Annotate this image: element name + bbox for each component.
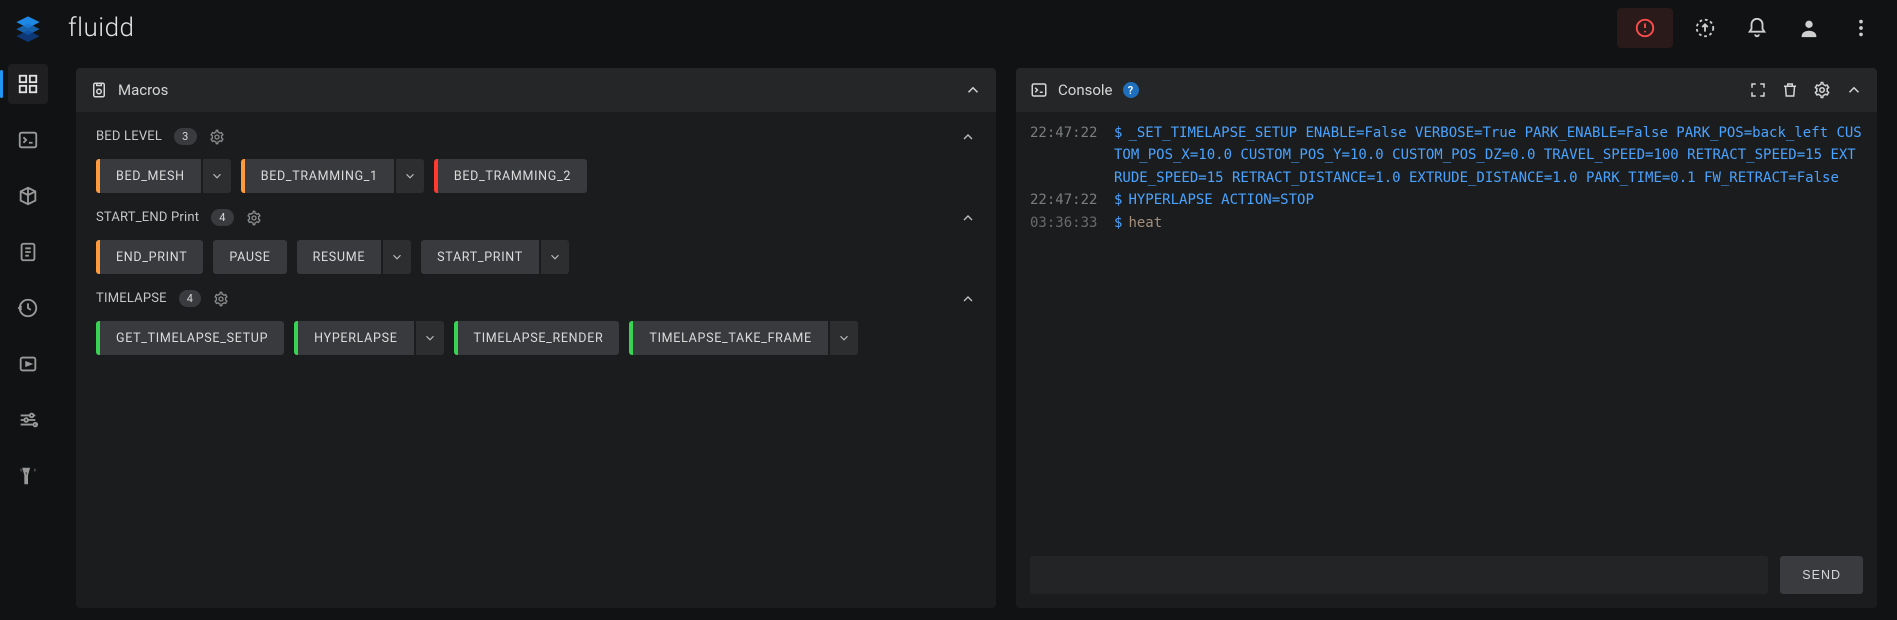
- more-button[interactable]: [1841, 8, 1881, 48]
- macro-category-count: 4: [179, 290, 201, 307]
- log-text: $heat: [1114, 212, 1863, 234]
- macro-category: BED LEVEL 3 BED_MESH BED_TRAMMING_1 BED_TRAM…: [76, 116, 996, 197]
- gear-icon[interactable]: [209, 129, 225, 145]
- macro-button[interactable]: BED_MESH: [100, 159, 201, 193]
- chevron-up-icon[interactable]: [960, 129, 976, 145]
- macro-button[interactable]: START_PRINT: [421, 240, 539, 274]
- estop-button[interactable]: [1617, 8, 1673, 48]
- macro-category: TIMELAPSE 4 GET_TIMELAPSE_SETUP HYPERLAPSE T…: [76, 278, 996, 359]
- macro-button[interactable]: PAUSE: [213, 240, 286, 274]
- bell-icon: [1746, 17, 1768, 39]
- macro-dropdown-button[interactable]: [416, 321, 444, 355]
- macro-chip: GET_TIMELAPSE_SETUP: [96, 321, 284, 355]
- macro-chip: BED_TRAMMING_1: [241, 159, 424, 193]
- log-text: $_SET_TIMELAPSE_SETUP ENABLE=False VERBO…: [1114, 122, 1863, 189]
- notifications-button[interactable]: [1737, 8, 1777, 48]
- collapse-macros-button[interactable]: [964, 81, 982, 99]
- nav-jobs[interactable]: [8, 232, 48, 272]
- console-header: Console ?: [1016, 68, 1877, 112]
- console-send-button[interactable]: SEND: [1780, 556, 1863, 594]
- console-settings-button[interactable]: [1813, 81, 1831, 99]
- macro-category-name: BED LEVEL: [96, 129, 162, 144]
- user-button[interactable]: [1789, 8, 1829, 48]
- power-alert-icon: [1634, 17, 1656, 39]
- macro-chip: TIMELAPSE_RENDER: [454, 321, 620, 355]
- macro-button[interactable]: BED_TRAMMING_2: [438, 159, 587, 193]
- topbar: fluidd: [0, 0, 1897, 56]
- macro-chip: PAUSE: [213, 240, 286, 274]
- macro-chip: HYPERLAPSE: [294, 321, 443, 355]
- upload-icon: [1694, 17, 1716, 39]
- gear-icon[interactable]: [213, 291, 229, 307]
- more-vert-icon: [1850, 17, 1872, 39]
- collapse-console-button[interactable]: [1845, 81, 1863, 99]
- nav-configure[interactable]: [8, 456, 48, 496]
- macro-button[interactable]: END_PRINT: [100, 240, 203, 274]
- macros-panel: Macros BED LEVEL3BED_MESHBED_TRAMMING_1B…: [76, 68, 996, 608]
- log-timestamp: 22:47:22: [1030, 189, 1102, 211]
- nav-gcode-preview[interactable]: [8, 176, 48, 216]
- macro-button[interactable]: HYPERLAPSE: [298, 321, 413, 355]
- app-body: Macros BED LEVEL3BED_MESHBED_TRAMMING_1B…: [0, 56, 1897, 620]
- log-text: $HYPERLAPSE ACTION=STOP: [1114, 189, 1863, 211]
- macro-category-count: 4: [211, 209, 233, 226]
- console-log[interactable]: 22:47:22$_SET_TIMELAPSE_SETUP ENABLE=Fal…: [1016, 112, 1877, 546]
- console-input-row: SEND: [1016, 546, 1877, 608]
- app-logo: [0, 14, 56, 42]
- macro-dropdown-button[interactable]: [396, 159, 424, 193]
- console-icon: [1030, 81, 1048, 99]
- console-log-row: 22:47:22 $HYPERLAPSE ACTION=STOP: [1030, 189, 1863, 211]
- console-clear-button[interactable]: [1781, 81, 1799, 99]
- macro-dropdown-button[interactable]: [383, 240, 411, 274]
- macros-title: Macros: [118, 81, 168, 99]
- macro-category-count: 3: [174, 128, 196, 145]
- macro-dropdown-button[interactable]: [830, 321, 858, 355]
- macro-chip: BED_TRAMMING_2: [434, 159, 587, 193]
- macro-category-header: BED LEVEL 3: [96, 128, 976, 145]
- macro-category-header: TIMELAPSE 4: [96, 290, 976, 307]
- nav-console[interactable]: [8, 120, 48, 160]
- macro-button[interactable]: TIMELAPSE_TAKE_FRAME: [633, 321, 827, 355]
- console-body: 22:47:22$_SET_TIMELAPSE_SETUP ENABLE=Fal…: [1016, 112, 1877, 608]
- log-timestamp: 22:47:22: [1030, 122, 1102, 189]
- macro-button[interactable]: BED_TRAMMING_1: [245, 159, 394, 193]
- macro-chip: TIMELAPSE_TAKE_FRAME: [629, 321, 857, 355]
- log-timestamp: 03:36:33: [1030, 212, 1102, 234]
- nav-history[interactable]: [8, 288, 48, 328]
- console-log-row: 03:36:33 $heat: [1030, 212, 1863, 234]
- nav-timelapse[interactable]: [8, 344, 48, 384]
- macro-category-name: TIMELAPSE: [96, 291, 167, 306]
- macro-dropdown-button[interactable]: [541, 240, 569, 274]
- macro-chip: START_PRINT: [421, 240, 569, 274]
- main-area: Macros BED LEVEL3BED_MESHBED_TRAMMING_1B…: [56, 56, 1897, 620]
- macro-button[interactable]: RESUME: [297, 240, 382, 274]
- console-fullscreen-button[interactable]: [1749, 81, 1767, 99]
- app-title: fluidd: [68, 13, 134, 43]
- console-log-row: 22:47:22$_SET_TIMELAPSE_SETUP ENABLE=Fal…: [1030, 122, 1863, 189]
- macro-button[interactable]: GET_TIMELAPSE_SETUP: [100, 321, 284, 355]
- chevron-up-icon[interactable]: [960, 291, 976, 307]
- macro-chip: RESUME: [297, 240, 412, 274]
- macro-category-name: START_END Print: [96, 210, 199, 225]
- user-icon: [1798, 17, 1820, 39]
- gear-icon[interactable]: [246, 210, 262, 226]
- console-help-icon[interactable]: ?: [1123, 82, 1139, 98]
- sidebar: [0, 56, 56, 620]
- macros-icon: [90, 81, 108, 99]
- macro-category: START_END Print 4 END_PRINT PAUSE RESUME STAR…: [76, 197, 996, 278]
- uploads-button[interactable]: [1685, 8, 1725, 48]
- macro-button[interactable]: TIMELAPSE_RENDER: [458, 321, 620, 355]
- macro-chip: END_PRINT: [96, 240, 203, 274]
- console-title: Console: [1058, 81, 1113, 99]
- macro-dropdown-button[interactable]: [203, 159, 231, 193]
- chevron-up-icon[interactable]: [960, 210, 976, 226]
- macros-header: Macros: [76, 68, 996, 112]
- console-input[interactable]: [1030, 556, 1768, 594]
- nav-dashboard[interactable]: [8, 64, 48, 104]
- nav-tune[interactable]: [8, 400, 48, 440]
- console-panel: Console ?: [1016, 68, 1877, 608]
- macro-category-header: START_END Print 4: [96, 209, 976, 226]
- macro-chip: BED_MESH: [96, 159, 231, 193]
